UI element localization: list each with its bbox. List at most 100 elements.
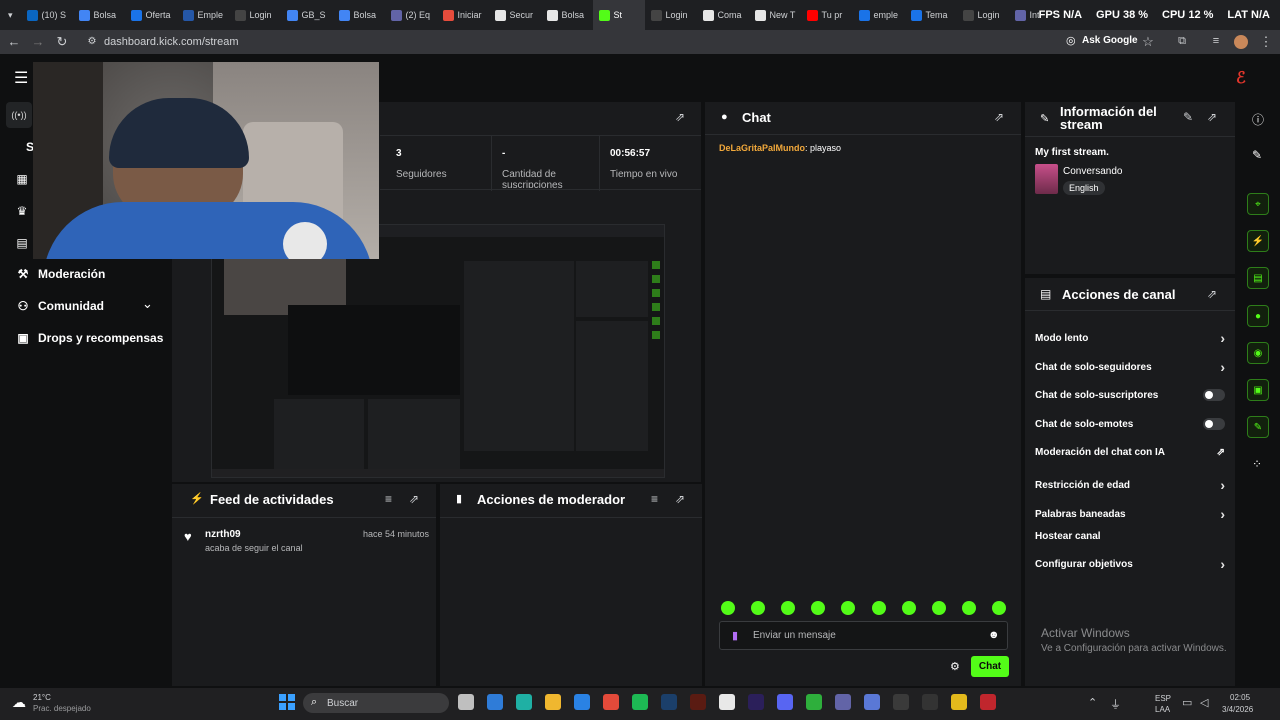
windows-start-icon[interactable] xyxy=(279,694,295,710)
premiere-icon[interactable] xyxy=(748,694,764,710)
chat-input[interactable]: ▮ Enviar un mensaje ☻ xyxy=(719,621,1008,650)
sidebar-item-moderation[interactable]: ⚒ Moderación xyxy=(16,267,106,281)
emote-icon[interactable] xyxy=(931,601,946,615)
photoshop-icon[interactable] xyxy=(661,694,677,710)
photos-icon[interactable] xyxy=(487,694,503,710)
chat-settings-icon[interactable]: ⚙ xyxy=(950,660,960,673)
browser-tab[interactable]: Bolsa xyxy=(73,0,125,30)
action-slow-mode[interactable]: Modo lento › xyxy=(1035,330,1225,346)
app-icon[interactable] xyxy=(980,694,996,710)
tray-chevron-icon[interactable]: ⌃ xyxy=(1088,696,1097,709)
obs-icon[interactable] xyxy=(893,694,909,710)
extensions-icon[interactable]: ⧉ xyxy=(1174,35,1190,48)
browser-tab[interactable]: St xyxy=(592,0,645,30)
info-icon[interactable]: ⓘ xyxy=(1252,111,1264,128)
browser-tab[interactable]: Coma xyxy=(697,0,749,30)
url-field[interactable]: dashboard.kick.com/stream xyxy=(104,36,239,48)
microphone-icon[interactable]: ▮ xyxy=(732,629,738,642)
app-icon[interactable] xyxy=(922,694,938,710)
browser-tab[interactable]: Tu pr xyxy=(801,0,853,30)
browser-tab[interactable]: emple xyxy=(853,0,905,30)
emote-icon[interactable] xyxy=(721,601,735,615)
browser-tab[interactable]: (10) S xyxy=(21,0,73,30)
edit-pencil-icon[interactable]: ✎ xyxy=(1183,110,1193,124)
notes-icon[interactable]: ▤ xyxy=(1247,267,1269,289)
focus-icon[interactable]: ⌖ xyxy=(1247,193,1269,215)
document-app-icon[interactable] xyxy=(719,694,735,710)
clock-time[interactable]: 02:05 xyxy=(1230,693,1250,702)
browser-tab[interactable]: Login xyxy=(645,0,697,30)
category-name[interactable]: Conversando xyxy=(1063,166,1122,177)
xbox-icon[interactable] xyxy=(806,694,822,710)
spotify-icon[interactable] xyxy=(632,694,648,710)
teams-icon[interactable] xyxy=(835,694,851,710)
file-explorer-icon[interactable] xyxy=(545,694,561,710)
action-host-channel[interactable]: Hostear canal xyxy=(1035,531,1225,542)
popout-icon[interactable]: ⇗ xyxy=(409,492,419,506)
site-info-icon[interactable]: ⚙ xyxy=(84,36,100,47)
browser-tab[interactable]: Login xyxy=(229,0,281,30)
task-view-icon[interactable] xyxy=(458,694,474,710)
more-options-icon[interactable]: ⁘ xyxy=(1252,457,1262,471)
browser-tab[interactable]: Tema xyxy=(905,0,957,30)
stream-video-preview[interactable] xyxy=(211,224,665,478)
bookmark-star-icon[interactable]: ☆ xyxy=(1140,34,1156,50)
browser-tab[interactable]: GB_S xyxy=(281,0,333,30)
edit-icon[interactable]: ✎ xyxy=(1252,148,1262,162)
illustrator-icon[interactable] xyxy=(690,694,706,710)
filter-icon[interactable]: ≡ xyxy=(385,492,392,506)
ask-google-button[interactable]: Ask Google xyxy=(1082,35,1138,46)
forward-icon[interactable]: → xyxy=(30,34,46,49)
popout-icon[interactable]: ⇗ xyxy=(1207,110,1217,124)
emotes-only-toggle[interactable] xyxy=(1203,418,1225,430)
input-language[interactable]: ESP xyxy=(1155,694,1171,703)
chat-icon[interactable]: ● xyxy=(1247,305,1269,327)
taskbar-search[interactable]: ⌕ Buscar xyxy=(303,693,449,713)
browser-menu-icon[interactable]: ⋮ xyxy=(1258,34,1274,50)
edge-icon[interactable] xyxy=(516,694,532,710)
emote-icon[interactable] xyxy=(991,601,1006,615)
browser-tab[interactable]: Oferta xyxy=(125,0,177,30)
stream-nav-icon[interactable]: ((•)) xyxy=(6,102,32,128)
monitor-icon[interactable]: ▭ xyxy=(1182,696,1192,709)
volume-icon[interactable]: ◁ xyxy=(1200,696,1208,709)
emote-icon[interactable] xyxy=(781,601,796,615)
broadcast-icon[interactable]: ◉ xyxy=(1247,342,1269,364)
emote-icon[interactable] xyxy=(871,601,886,615)
discord-icon[interactable] xyxy=(777,694,793,710)
browser-tab[interactable]: Login xyxy=(957,0,1009,30)
app-icon[interactable] xyxy=(951,694,967,710)
hamburger-menu-icon[interactable]: ☰ xyxy=(14,68,28,88)
action-ai-moderation[interactable]: Moderación del chat con IA ⇗ xyxy=(1035,447,1225,458)
library-icon[interactable]: ▤ xyxy=(15,236,29,250)
chevron-down-icon[interactable]: ⌄ xyxy=(142,296,153,312)
sidebar-item-community[interactable]: ⚇ Comunidad xyxy=(16,299,156,313)
subscribers-only-toggle[interactable] xyxy=(1203,389,1225,401)
profile-avatar[interactable] xyxy=(1234,35,1248,49)
emote-icon[interactable] xyxy=(841,601,856,615)
network-icon[interactable]: ⏚ xyxy=(1110,696,1121,712)
emote-icon[interactable] xyxy=(811,601,826,615)
action-banned-words[interactable]: Palabras baneadas › xyxy=(1035,506,1225,522)
browser-tab[interactable]: Secur xyxy=(489,0,541,30)
notification-logo-icon[interactable]: ℰ xyxy=(1236,68,1246,88)
popout-icon[interactable]: ⇗ xyxy=(994,110,1004,124)
popout-icon[interactable]: ⇗ xyxy=(1207,287,1217,301)
layout-icon[interactable]: ▣ xyxy=(1247,379,1269,401)
browser-tab[interactable]: New T xyxy=(749,0,801,30)
reload-icon[interactable]: ↻ xyxy=(54,34,70,50)
popout-icon[interactable]: ⇗ xyxy=(675,110,685,124)
trophy-icon[interactable]: ♛ xyxy=(15,204,29,218)
popout-icon[interactable]: ⇗ xyxy=(675,492,685,506)
browser-tab[interactable]: Emple xyxy=(177,0,229,30)
lightning-icon[interactable]: ⚡ xyxy=(1247,230,1269,252)
browser-tab[interactable]: (2) Eq xyxy=(385,0,437,30)
filter-icon[interactable]: ≡ xyxy=(651,492,658,506)
app-icon[interactable] xyxy=(864,694,880,710)
sidebar-item-drops[interactable]: ▣ Drops y recompensas xyxy=(16,331,163,345)
action-configure-goals[interactable]: Configurar objetivos › xyxy=(1035,556,1225,572)
tab-list-button[interactable]: ▾ xyxy=(0,0,21,30)
browser-tab[interactable]: Iniciar xyxy=(437,0,489,30)
reading-list-icon[interactable]: ≡ xyxy=(1208,35,1224,47)
emote-icon[interactable] xyxy=(901,601,916,615)
